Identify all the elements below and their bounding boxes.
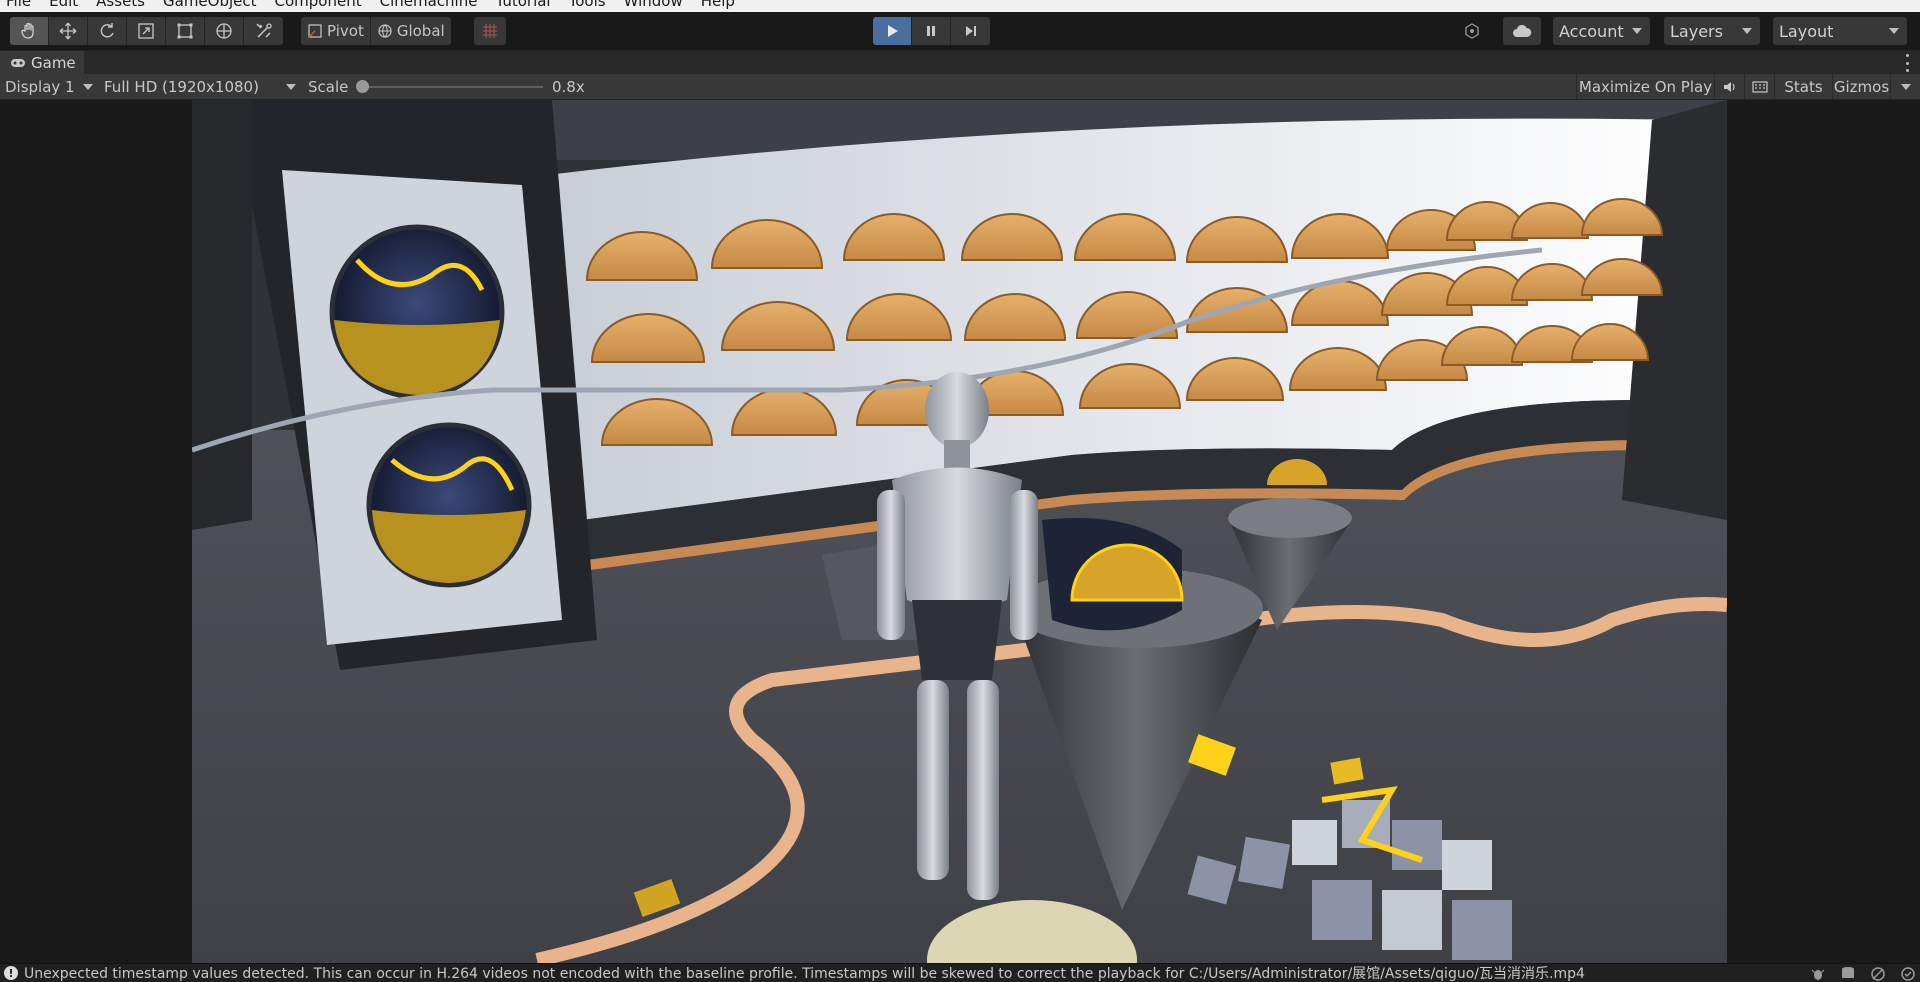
- global-label: Global: [396, 22, 445, 40]
- step-icon: [965, 26, 976, 36]
- keyboard-icon: [1751, 80, 1768, 93]
- move-tool-icon: [59, 22, 77, 40]
- status-bar: ! Unexpected timestamp values detected. …: [0, 963, 1920, 982]
- speaker-icon: [1723, 81, 1735, 92]
- services-button[interactable]: [1453, 17, 1491, 45]
- menu-item-assets[interactable]: Assets: [96, 0, 145, 10]
- global-toggle[interactable]: Global: [371, 17, 451, 45]
- rotate-tool-button[interactable]: [88, 17, 127, 45]
- rotate-tool-icon: [100, 23, 114, 38]
- notifications-icon[interactable]: [1900, 966, 1916, 981]
- keyboard-shortcuts-toggle[interactable]: [1744, 74, 1774, 99]
- account-label: Account: [1559, 21, 1624, 41]
- menu-item-window[interactable]: Window: [624, 0, 683, 10]
- rect-tool-icon: [177, 23, 193, 39]
- pause-icon: [927, 26, 935, 36]
- chevron-down-icon: [82, 83, 93, 90]
- grid-snap-icon: [483, 24, 497, 38]
- cache-server-icon[interactable]: [1840, 966, 1856, 981]
- game-view-toolbar: Display 1 Full HD (1920x1080) Scale 0.8x…: [0, 74, 1920, 100]
- play-controls: [873, 17, 990, 45]
- chevron-down-icon: [1900, 83, 1911, 90]
- grid-snap-button[interactable]: [474, 17, 506, 45]
- scale-slider-thumb[interactable]: [356, 80, 369, 93]
- game-render: [192, 100, 1727, 963]
- maximize-on-play-label: Maximize On Play: [1578, 77, 1713, 96]
- chevron-down-icon: [286, 83, 296, 90]
- game-tab-bar: Game: [0, 50, 1920, 75]
- play-icon: [888, 25, 898, 37]
- gizmos-label: Gizmos: [1833, 77, 1890, 96]
- tab-game[interactable]: Game: [0, 51, 84, 75]
- globe-icon: [378, 24, 392, 38]
- resolution-label: Full HD (1920x1080): [104, 77, 259, 96]
- menu-bar: File Edit Assets GameObject Component Cinemac…: [0, 0, 1920, 12]
- chevron-down-icon: [1742, 28, 1752, 34]
- pivot-toggle[interactable]: Pivot: [301, 17, 371, 45]
- layers-label: Layers: [1670, 21, 1723, 41]
- cloud-icon: [1513, 24, 1532, 37]
- transform-tool-icon: [216, 23, 232, 39]
- stats-label: Stats: [1784, 77, 1823, 96]
- layout-dropdown[interactable]: Layout: [1773, 17, 1907, 45]
- scale-value: 0.8x: [552, 77, 585, 96]
- scale-tool-button[interactable]: [127, 17, 166, 45]
- gizmos-dropdown[interactable]: [1890, 74, 1920, 99]
- menu-item-component[interactable]: Component: [275, 0, 362, 10]
- status-icons: [1810, 966, 1916, 981]
- menu-item-tools[interactable]: Tools: [569, 0, 606, 10]
- scale-tool-icon: [138, 23, 154, 39]
- play-button[interactable]: [873, 17, 912, 45]
- pivot-icon: [308, 24, 322, 38]
- warning-icon: !: [4, 966, 18, 980]
- transform-tools: [10, 17, 283, 45]
- hand-tool-icon: [21, 22, 34, 39]
- scale-slider-track[interactable]: [359, 86, 543, 88]
- display-label: Display 1: [5, 77, 75, 96]
- layers-dropdown[interactable]: Layers: [1664, 17, 1760, 45]
- mute-audio-toggle[interactable]: [1714, 74, 1744, 99]
- menu-items: File Edit Assets GameObject Component Cinemac…: [6, 0, 735, 10]
- custom-tool-icon: [255, 23, 272, 38]
- services-icon: [1465, 23, 1479, 39]
- move-tool-button[interactable]: [49, 17, 88, 45]
- step-button[interactable]: [951, 17, 990, 45]
- menu-item-help[interactable]: Help: [701, 0, 735, 10]
- custom-tool-button[interactable]: [244, 17, 283, 45]
- rect-tool-button[interactable]: [166, 17, 205, 45]
- status-message[interactable]: Unexpected timestamp values detected. Th…: [24, 964, 1585, 982]
- menu-item-gameobject[interactable]: GameObject: [163, 0, 257, 10]
- menu-item-file[interactable]: File: [6, 0, 31, 10]
- display-dropdown[interactable]: Display 1: [5, 74, 95, 99]
- chevron-down-icon: [1632, 28, 1642, 34]
- menu-item-cinemachine[interactable]: Cinemachine: [380, 0, 478, 10]
- menu-item-tutorial[interactable]: Tutorial: [495, 0, 550, 10]
- progress-icon[interactable]: [1870, 966, 1886, 981]
- cloud-button[interactable]: [1503, 17, 1541, 45]
- bug-icon[interactable]: [1810, 966, 1826, 981]
- chevron-down-icon: [1889, 28, 1899, 34]
- main-toolbar: Pivot Global Account Layers Layout: [0, 12, 1920, 50]
- tab-game-label: Game: [31, 54, 76, 72]
- pivot-controls: Pivot Global: [301, 17, 451, 45]
- account-dropdown[interactable]: Account: [1553, 17, 1650, 45]
- gizmos-toggle[interactable]: Gizmos: [1832, 74, 1890, 99]
- pause-button[interactable]: [912, 17, 951, 45]
- gamepad-icon: [11, 59, 25, 67]
- hand-tool-button[interactable]: [10, 17, 49, 45]
- transform-tool-button[interactable]: [205, 17, 244, 45]
- more-options-icon[interactable]: [1906, 54, 1910, 72]
- pivot-label: Pivot: [327, 22, 364, 40]
- menu-item-edit[interactable]: Edit: [49, 0, 78, 10]
- game-viewport[interactable]: [192, 100, 1727, 963]
- layout-label: Layout: [1779, 21, 1834, 41]
- scale-label: Scale: [308, 77, 349, 96]
- stats-toggle[interactable]: Stats: [1774, 74, 1832, 99]
- resolution-dropdown[interactable]: Full HD (1920x1080): [104, 74, 296, 99]
- maximize-on-play-toggle[interactable]: Maximize On Play: [1576, 74, 1714, 99]
